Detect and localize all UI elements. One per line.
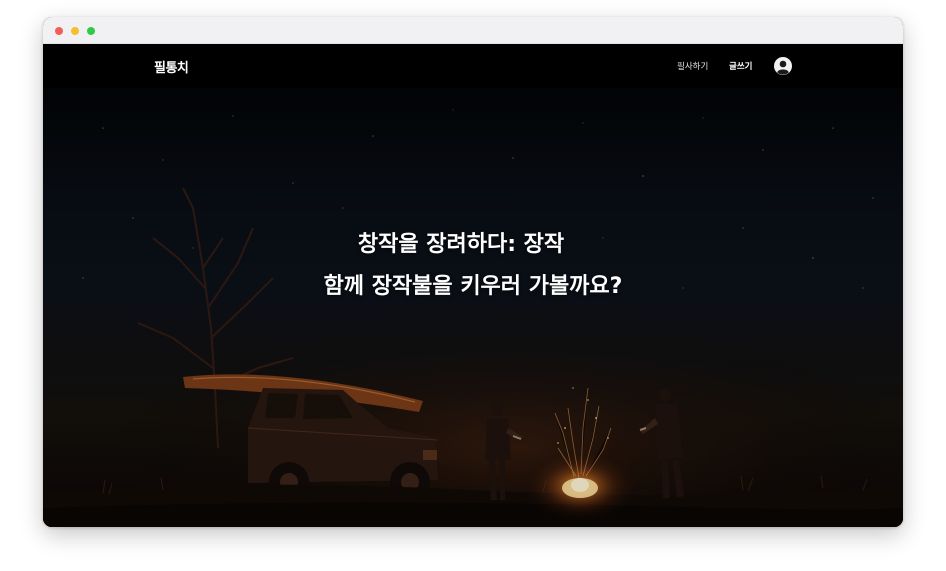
top-navbar: 필통치 필사하기 글쓰기 — [43, 44, 903, 88]
nav-transcribe-link[interactable]: 필사하기 — [677, 60, 708, 72]
site-logo[interactable]: 필통치 — [154, 57, 189, 76]
close-window-button[interactable] — [55, 27, 63, 35]
user-avatar-icon[interactable] — [774, 57, 792, 75]
window-titlebar — [43, 17, 903, 44]
hero-title-line-2: 함께 장작불을 키우러 가볼까요? — [323, 274, 623, 299]
browser-window: 필통치 필사하기 글쓰기 창작을 장려하다: 장작 함께 장작불을 키우러 가볼… — [43, 17, 903, 527]
hero-section: 창작을 장려하다: 장작 함께 장작불을 키우러 가볼까요? — [43, 88, 903, 527]
maximize-window-button[interactable] — [87, 27, 95, 35]
minimize-window-button[interactable] — [71, 27, 79, 35]
hero-title-line-1: 창작을 장려하다: 장작 — [357, 232, 565, 257]
hero-title: 창작을 장려하다: 장작 함께 장작불을 키우러 가볼까요? — [43, 224, 903, 308]
page-viewport: 필통치 필사하기 글쓰기 창작을 장려하다: 장작 함께 장작불을 키우러 가볼… — [43, 44, 903, 527]
nav-write-link[interactable]: 글쓰기 — [729, 60, 752, 72]
